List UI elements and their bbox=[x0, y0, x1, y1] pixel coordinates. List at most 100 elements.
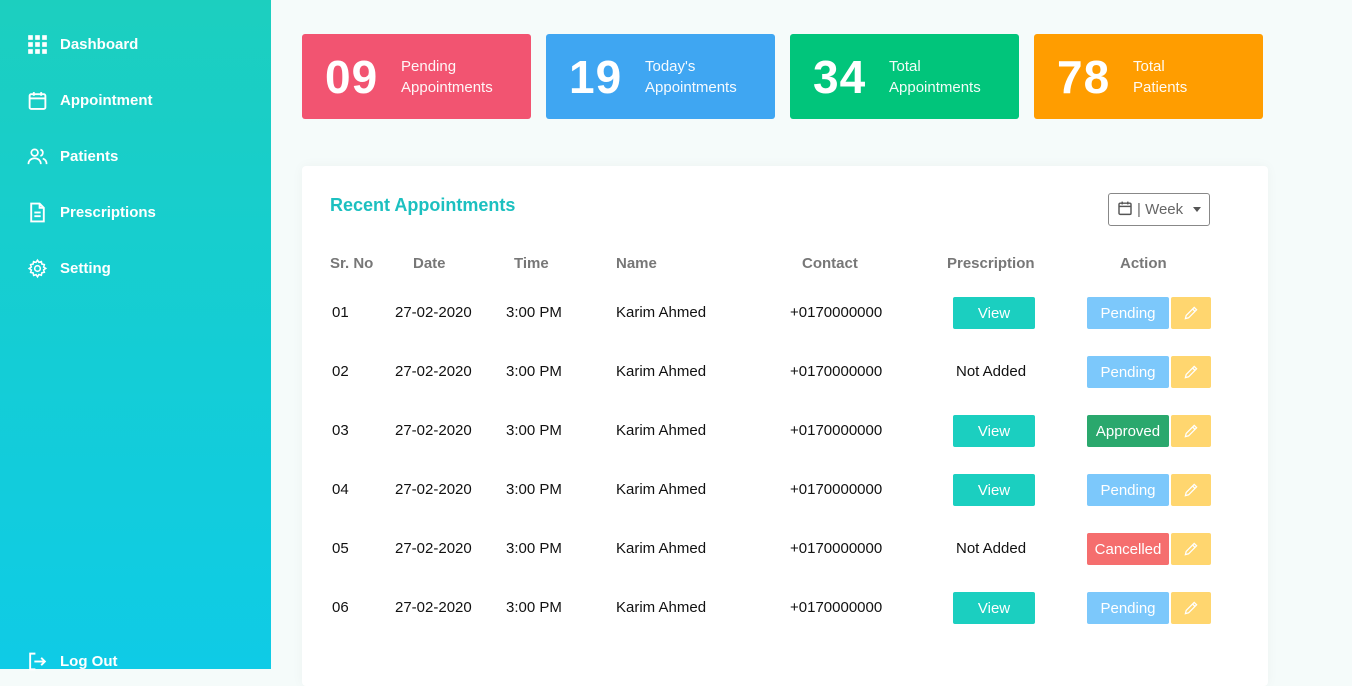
recent-appointments-panel: Recent Appointments | Week Sr. No Date T… bbox=[302, 166, 1268, 686]
cell-prescription: Not Added bbox=[956, 540, 1027, 557]
calendar-icon bbox=[1117, 200, 1133, 220]
week-filter-dropdown[interactable]: | Week bbox=[1108, 193, 1210, 226]
sidebar-item-setting[interactable]: Setting bbox=[26, 257, 111, 279]
pencil-icon bbox=[1184, 424, 1198, 438]
status-badge[interactable]: Pending bbox=[1087, 297, 1169, 329]
cell-date: 27-02-2020 bbox=[395, 304, 472, 321]
cell-time: 3:00 PM bbox=[506, 599, 562, 616]
cell-time: 3:00 PM bbox=[506, 540, 562, 557]
sidebar-item-label: Appointment bbox=[60, 91, 153, 109]
column-header-contact: Contact bbox=[802, 255, 858, 272]
sidebar-item-label: Patients bbox=[60, 147, 119, 165]
cell-sr-no: 01 bbox=[332, 304, 349, 321]
cell-time: 3:00 PM bbox=[506, 304, 562, 321]
cell-date: 27-02-2020 bbox=[395, 422, 472, 439]
cell-name: Karim Ahmed bbox=[616, 304, 707, 321]
stat-label: Pending Appointments bbox=[401, 56, 493, 98]
view-prescription-button[interactable]: View bbox=[953, 474, 1035, 506]
stat-label-line1: Today's bbox=[645, 57, 696, 75]
edit-button[interactable] bbox=[1171, 297, 1211, 329]
pencil-icon bbox=[1184, 483, 1198, 497]
stat-label-line2: Patients bbox=[1133, 78, 1188, 96]
stat-label-line2: Appointments bbox=[889, 78, 981, 96]
cell-sr-no: 02 bbox=[332, 363, 349, 380]
edit-button[interactable] bbox=[1171, 415, 1211, 447]
cell-date: 27-02-2020 bbox=[395, 481, 472, 498]
logout-label: Log Out bbox=[60, 652, 118, 670]
cell-contact: +0170000000 bbox=[790, 599, 883, 616]
edit-button[interactable] bbox=[1171, 592, 1211, 624]
stat-number: 78 bbox=[1057, 50, 1111, 103]
cell-sr-no: 06 bbox=[332, 599, 349, 616]
document-icon bbox=[26, 201, 48, 223]
pencil-icon bbox=[1184, 365, 1198, 379]
stat-label-line2: Appointments bbox=[401, 78, 493, 96]
cell-sr-no: 05 bbox=[332, 540, 349, 557]
status-badge[interactable]: Cancelled bbox=[1087, 533, 1169, 565]
status-badge[interactable]: Pending bbox=[1087, 474, 1169, 506]
cell-contact: +0170000000 bbox=[790, 540, 883, 557]
sidebar-item-label: Dashboard bbox=[60, 35, 139, 53]
main-content: 09 Pending Appointments 19 Today's Appoi… bbox=[271, 0, 1352, 686]
cell-date: 27-02-2020 bbox=[395, 540, 472, 557]
sidebar-item-label: Setting bbox=[60, 259, 111, 277]
cell-name: Karim Ahmed bbox=[616, 481, 707, 498]
cell-contact: +0170000000 bbox=[790, 363, 883, 380]
stat-number: 19 bbox=[569, 50, 623, 103]
grid-icon bbox=[26, 33, 48, 55]
stat-label-line1: Total bbox=[889, 57, 921, 75]
pencil-icon bbox=[1184, 601, 1198, 615]
cell-date: 27-02-2020 bbox=[395, 599, 472, 616]
chevron-down-icon bbox=[1193, 207, 1202, 212]
cell-time: 3:00 PM bbox=[506, 481, 562, 498]
view-prescription-button[interactable]: View bbox=[953, 415, 1035, 447]
users-icon bbox=[26, 145, 48, 167]
stat-label-line1: Total bbox=[1133, 57, 1165, 75]
calendar-icon bbox=[26, 89, 48, 111]
stat-number: 09 bbox=[325, 50, 379, 103]
cell-prescription: Not Added bbox=[956, 363, 1027, 380]
column-header-sr-no: Sr. No bbox=[330, 255, 374, 272]
view-prescription-button[interactable]: View bbox=[953, 592, 1035, 624]
column-header-prescription: Prescription bbox=[947, 255, 1035, 272]
stat-card-pending[interactable]: 09 Pending Appointments bbox=[302, 34, 531, 119]
sidebar-item-prescriptions[interactable]: Prescriptions bbox=[26, 201, 156, 223]
filter-label: | Week bbox=[1137, 201, 1184, 218]
stat-label: Total Appointments bbox=[889, 56, 981, 98]
sidebar-item-appointment[interactable]: Appointment bbox=[26, 89, 152, 111]
sidebar-item-label: Prescriptions bbox=[60, 203, 156, 221]
cell-sr-no: 03 bbox=[332, 422, 349, 439]
sidebar: Dashboard Appointment Patients Prescript… bbox=[0, 0, 271, 670]
view-prescription-button[interactable]: View bbox=[953, 297, 1035, 329]
cell-name: Karim Ahmed bbox=[616, 599, 707, 616]
edit-button[interactable] bbox=[1171, 533, 1211, 565]
edit-button[interactable] bbox=[1171, 474, 1211, 506]
sidebar-item-dashboard[interactable]: Dashboard bbox=[26, 33, 138, 55]
sidebar-item-patients[interactable]: Patients bbox=[26, 145, 118, 167]
cell-contact: +0170000000 bbox=[790, 422, 883, 439]
stat-card-today[interactable]: 19 Today's Appointments bbox=[546, 34, 775, 119]
edit-button[interactable] bbox=[1171, 356, 1211, 388]
cell-name: Karim Ahmed bbox=[616, 540, 707, 557]
panel-title: Recent Appointments bbox=[330, 195, 516, 215]
status-badge[interactable]: Approved bbox=[1087, 415, 1169, 447]
column-header-date: Date bbox=[413, 255, 446, 272]
cell-date: 27-02-2020 bbox=[395, 363, 472, 380]
status-badge[interactable]: Pending bbox=[1087, 592, 1169, 624]
stat-number: 34 bbox=[813, 50, 867, 103]
stat-label-line2: Appointments bbox=[645, 78, 737, 96]
cell-contact: +0170000000 bbox=[790, 481, 883, 498]
cell-time: 3:00 PM bbox=[506, 363, 562, 380]
cell-contact: +0170000000 bbox=[790, 304, 883, 321]
stat-label: Total Patients bbox=[1133, 56, 1187, 98]
pencil-icon bbox=[1184, 306, 1198, 320]
pencil-icon bbox=[1184, 542, 1198, 556]
stat-label-line1: Pending bbox=[401, 57, 457, 75]
status-badge[interactable]: Pending bbox=[1087, 356, 1169, 388]
stat-label: Today's Appointments bbox=[645, 56, 737, 98]
cell-time: 3:00 PM bbox=[506, 422, 562, 439]
stat-card-total-appointments[interactable]: 34 Total Appointments bbox=[790, 34, 1019, 119]
stat-card-total-patients[interactable]: 78 Total Patients bbox=[1034, 34, 1263, 119]
column-header-action: Action bbox=[1120, 255, 1167, 272]
cell-name: Karim Ahmed bbox=[616, 422, 707, 439]
